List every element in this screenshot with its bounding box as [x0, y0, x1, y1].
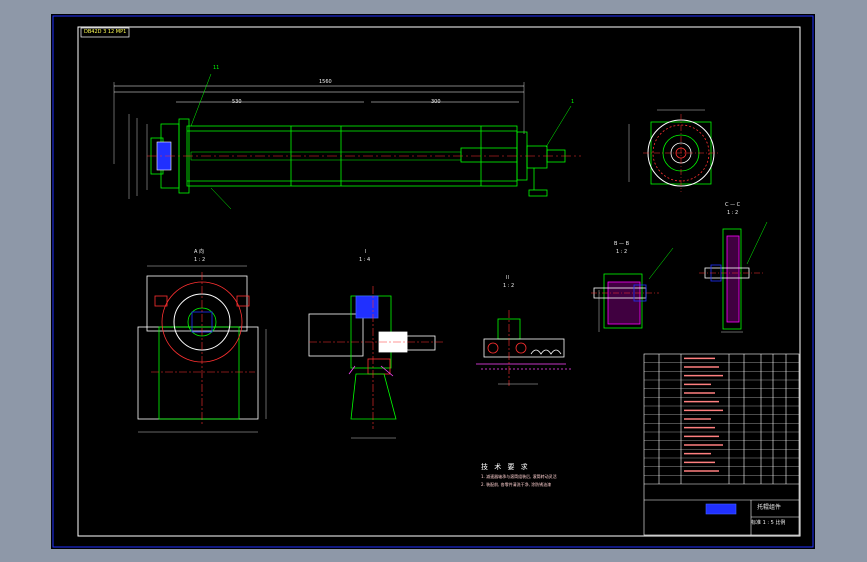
title-block-name: 托辊组件 [757, 504, 782, 511]
dimension-300: 300 [431, 99, 441, 105]
view-bb-scale: 1 : 2 [616, 249, 628, 255]
view-aa-label: A 向 [194, 249, 205, 255]
view-i-scale: 1 : 4 [359, 257, 371, 263]
main-roller-assembly [113, 73, 581, 210]
balloon-11: 11 [213, 65, 220, 71]
view-cc-scale: 1 : 2 [727, 210, 739, 216]
view-cc-label: C — C [725, 202, 741, 208]
view-ii-scale: 1 : 2 [503, 283, 515, 289]
notes-title: 技 术 要 求 [481, 463, 530, 471]
view-bb-label: B — B [614, 241, 630, 247]
outer-frame [52, 15, 814, 548]
section-bb [591, 247, 674, 332]
drawing-canvas[interactable]: DB42D 3 12 MP1 1560 530 300 11 1 A 向 1 :… [51, 14, 815, 549]
main-length-dimension: 1560 [319, 79, 332, 85]
section-cc [699, 221, 768, 333]
view-aa-scale: 1 : 2 [194, 257, 206, 263]
balloon-1: 1 [571, 99, 575, 105]
dimension-530: 530 [232, 99, 242, 105]
cad-viewer: DB42D 3 12 MP1 1560 530 300 11 1 A 向 1 :… [0, 0, 867, 562]
technical-notes: 技 术 要 求 1. 减速器轴承与滚筒组装后, 滚筒转动灵活 2. 装配前, 各… [481, 462, 557, 488]
view-i-label: I [365, 249, 367, 255]
notes-line-2: 2. 装配前, 各零件清洗干净, 涂防锈油漆 [481, 482, 552, 487]
view-ii-detail [476, 310, 571, 386]
view-i-detail [308, 286, 443, 439]
notes-line-1: 1. 减速器轴承与滚筒组装后, 滚筒转动灵活 [481, 474, 557, 479]
title-block-footer: 标准 1 : 5 比例 [751, 520, 786, 526]
view-a-bracket [137, 265, 267, 433]
title-box: DB42D 3 12 MP1 [84, 29, 127, 35]
view-ii-label: II [506, 275, 509, 281]
engineering-drawing [52, 15, 814, 548]
end-view-flange [628, 109, 719, 192]
